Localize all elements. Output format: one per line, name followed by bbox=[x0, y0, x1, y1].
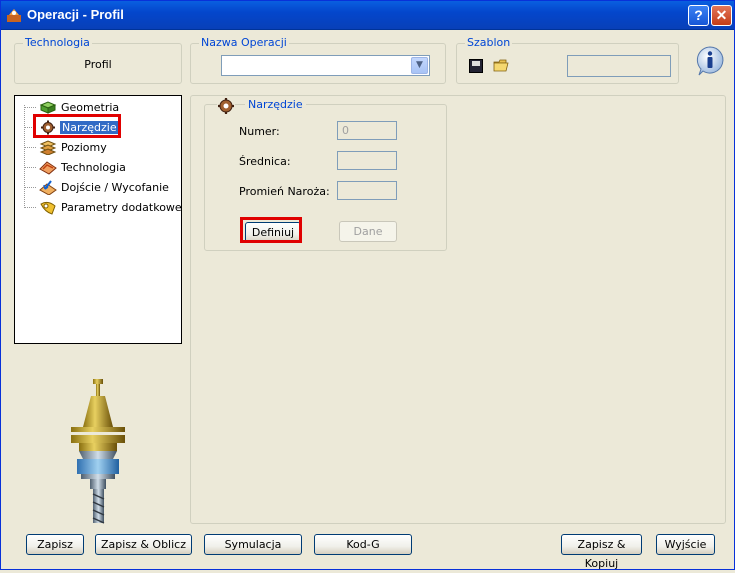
tree-item-dojscie[interactable]: Dojście / Wycofanie bbox=[15, 179, 175, 196]
tree-item-label: Dojście / Wycofanie bbox=[61, 181, 169, 194]
technologia-group: Technologia Profil bbox=[14, 36, 182, 84]
levels-icon bbox=[39, 140, 57, 155]
nazwa-operacji-combo[interactable]: ▼ bbox=[221, 55, 430, 76]
numer-label: Numer: bbox=[239, 125, 280, 138]
tree-connector bbox=[24, 147, 36, 148]
zapisz-oblicz-button[interactable]: Zapisz & Oblicz bbox=[95, 534, 192, 555]
szablon-field[interactable] bbox=[567, 55, 671, 77]
tree-item-label: Parametry dodatkowe bbox=[61, 201, 182, 214]
tree-item-parametry[interactable]: Parametry dodatkowe bbox=[15, 199, 182, 216]
tree-connector bbox=[24, 167, 36, 168]
window-title: Operacji - Profil bbox=[27, 7, 124, 22]
tree-item-label: Technologia bbox=[61, 161, 126, 174]
tree-item-label: Poziomy bbox=[61, 141, 107, 154]
technology-icon bbox=[39, 161, 57, 175]
technologia-value: Profil bbox=[84, 58, 112, 71]
tree-item-technologia[interactable]: Technologia bbox=[15, 159, 175, 176]
tree-connector bbox=[24, 207, 36, 208]
numer-field[interactable]: 0 bbox=[337, 121, 397, 140]
technologia-label: Technologia bbox=[23, 36, 92, 49]
close-button[interactable]: ✕ bbox=[711, 5, 732, 26]
symulacja-button[interactable]: Symulacja bbox=[204, 534, 302, 555]
tree-connector bbox=[24, 187, 36, 188]
definiuj-highlight-box bbox=[240, 217, 302, 243]
tool-gear-icon bbox=[217, 97, 235, 115]
narzedzie-title: Narzędzie bbox=[245, 98, 306, 111]
zapisz-button[interactable]: Zapisz bbox=[26, 534, 84, 555]
chevron-down-icon[interactable]: ▼ bbox=[411, 57, 428, 74]
title-bar[interactable]: Operacji - Profil ? ✕ bbox=[1, 1, 734, 30]
szablon-group: Szablon bbox=[456, 36, 679, 84]
tree-item-label: Geometria bbox=[61, 101, 120, 114]
dane-button[interactable]: Dane bbox=[339, 221, 397, 242]
wyjscie-button[interactable]: Wyjście bbox=[656, 534, 715, 555]
extra-params-icon bbox=[40, 201, 56, 215]
promien-naroza-field[interactable] bbox=[337, 181, 397, 200]
kod-g-button[interactable]: Kod-G bbox=[314, 534, 412, 555]
promien-naroza-label: Promień Naroża: bbox=[239, 185, 330, 198]
open-folder-icon[interactable] bbox=[493, 59, 509, 72]
operacji-dialog: Operacji - Profil ? ✕ Technologia Profil… bbox=[0, 0, 735, 570]
nazwa-operacji-group: Nazwa Operacji ▼ bbox=[190, 36, 446, 84]
tool-holder-image bbox=[71, 379, 125, 524]
srednica-label: Średnica: bbox=[239, 155, 291, 168]
tree-connector bbox=[24, 107, 36, 108]
app-icon bbox=[7, 9, 21, 22]
help-button[interactable]: ? bbox=[688, 5, 709, 26]
srednica-field[interactable] bbox=[337, 151, 397, 170]
approach-icon bbox=[39, 180, 57, 195]
zapisz-kopiuj-button[interactable]: Zapisz & Kopiuj bbox=[561, 534, 642, 570]
info-icon[interactable] bbox=[694, 45, 726, 77]
geometry-icon bbox=[39, 101, 57, 114]
nazwa-operacji-label: Nazwa Operacji bbox=[199, 36, 289, 49]
tree-item-poziomy[interactable]: Poziomy bbox=[15, 139, 175, 156]
tree-highlight-box bbox=[33, 114, 121, 138]
save-icon[interactable] bbox=[469, 59, 483, 73]
szablon-label: Szablon bbox=[465, 36, 513, 49]
